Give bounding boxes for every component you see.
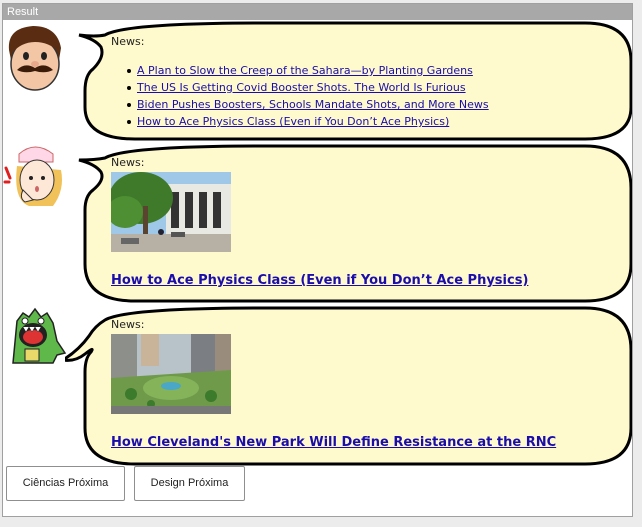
- post-bubble-3: News: How Cleveland's New Park Will Defi…: [65, 306, 632, 467]
- news-label: News:: [111, 156, 145, 169]
- news-link-sahara[interactable]: A Plan to Slow the Creep of the Sahara—b…: [137, 64, 473, 77]
- news-link-covid-boosters[interactable]: The US Is Getting Covid Booster Shots. T…: [137, 81, 466, 94]
- news-headline-link[interactable]: How to Ace Physics Class (Even if You Do…: [111, 273, 528, 288]
- green-monster-avatar-icon: [12, 307, 67, 364]
- list-item: Biden Pushes Boosters, Schools Mandate S…: [127, 96, 489, 113]
- news-link-ace-physics[interactable]: How to Ace Physics Class (Even if You Do…: [137, 115, 449, 128]
- list-item: How to Ace Physics Class (Even if You Do…: [127, 113, 489, 130]
- news-label: News:: [111, 35, 145, 48]
- list-item: The US Is Getting Covid Booster Shots. T…: [127, 79, 489, 96]
- design-next-button[interactable]: Design Próxima: [134, 466, 245, 501]
- news-thumbnail-image[interactable]: [111, 172, 231, 252]
- mustache-man-avatar-icon: [8, 26, 61, 91]
- nurse-girl-avatar-icon: [3, 146, 62, 206]
- news-link-list: A Plan to Slow the Creep of the Sahara—b…: [127, 62, 489, 130]
- news-headline-link[interactable]: How Cleveland's New Park Will Define Res…: [111, 435, 556, 450]
- post-bubble-1: News: A Plan to Slow the Creep of the Sa…: [65, 21, 632, 142]
- result-frame: Result News: A Plan to Slow the Creep of…: [2, 3, 633, 517]
- post-bubble-2: News: How to Ace Physics Class (Even if …: [65, 144, 632, 304]
- news-label: News:: [111, 318, 145, 331]
- list-item: A Plan to Slow the Creep of the Sahara—b…: [127, 62, 489, 79]
- result-title-bar: Result: [3, 4, 632, 20]
- science-next-button[interactable]: Ciências Próxima: [6, 466, 125, 501]
- news-thumbnail-image[interactable]: [111, 334, 231, 414]
- news-link-biden-boosters[interactable]: Biden Pushes Boosters, Schools Mandate S…: [137, 98, 489, 111]
